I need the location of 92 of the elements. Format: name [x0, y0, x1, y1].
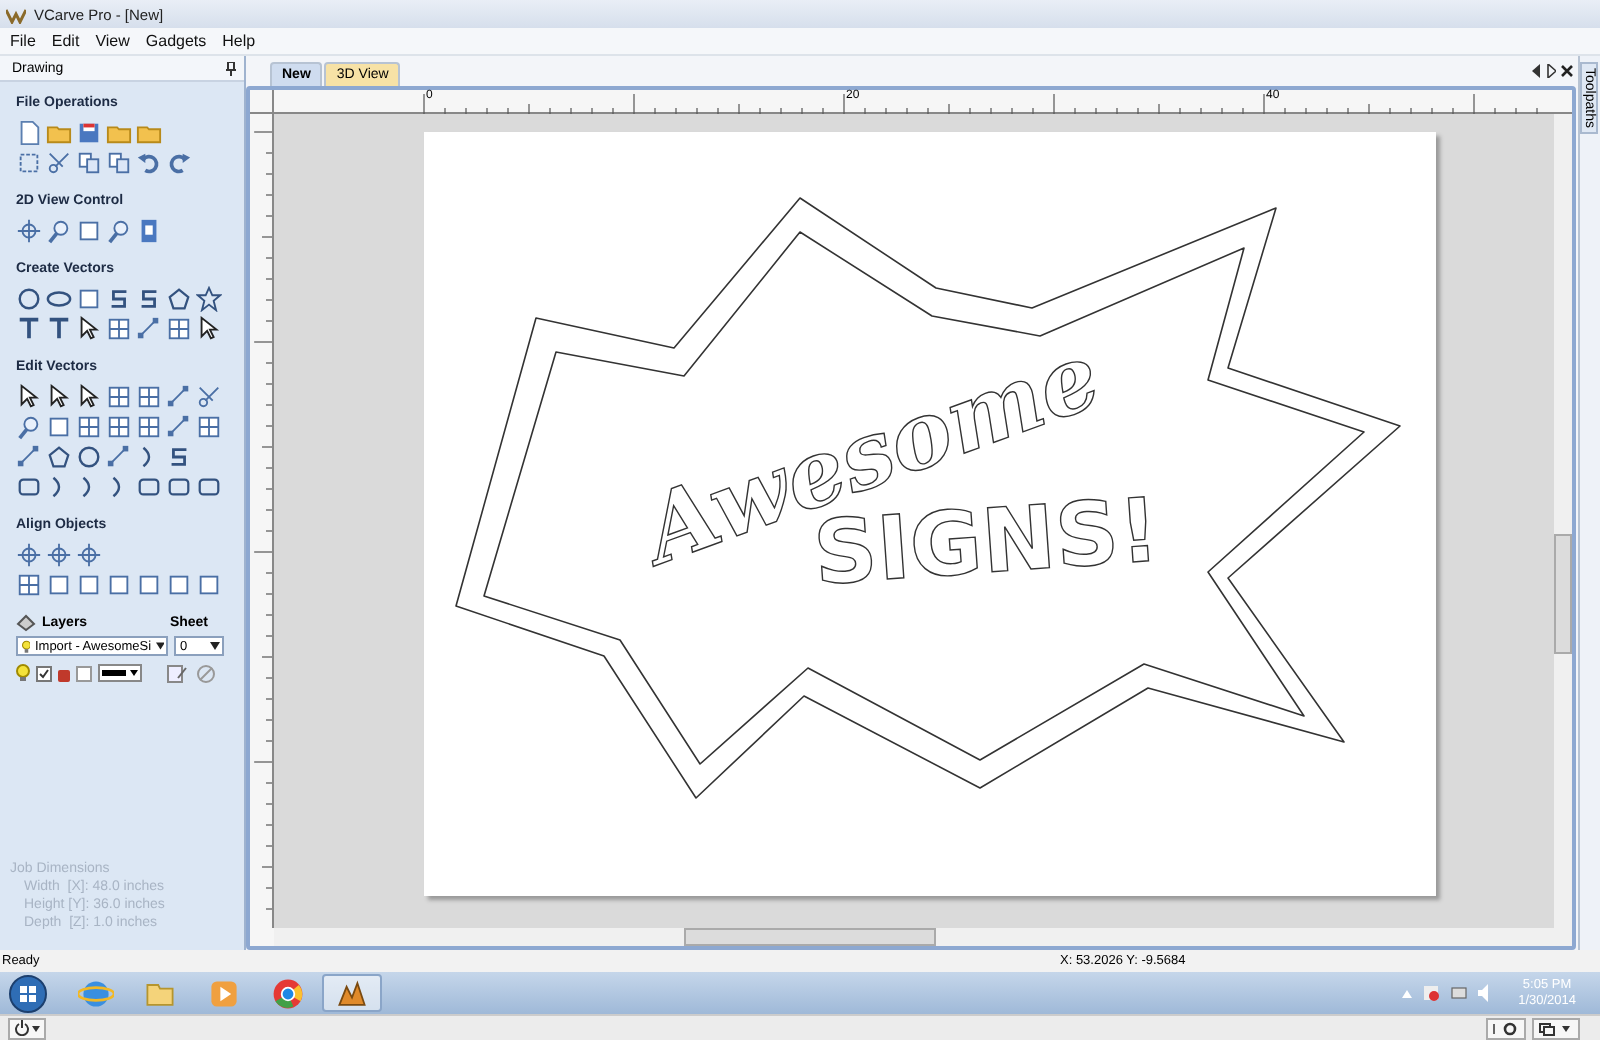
grid-icon[interactable]: [106, 316, 132, 342]
text-icon[interactable]: [16, 316, 42, 342]
node-icon[interactable]: [106, 444, 132, 470]
grid-icon[interactable]: [16, 572, 42, 598]
text-icon[interactable]: [46, 316, 72, 342]
star-icon[interactable]: [196, 286, 222, 312]
rounded-square-icon[interactable]: [136, 474, 162, 500]
rounded-square-icon[interactable]: [166, 474, 192, 500]
menu-item[interactable]: File: [10, 32, 36, 50]
power-button[interactable]: [8, 1017, 46, 1039]
layers-icon: [16, 612, 36, 632]
magnifier-icon[interactable]: [16, 414, 42, 440]
close-icon[interactable]: [1560, 64, 1574, 78]
grid-icon[interactable]: [136, 414, 162, 440]
magnifier-icon[interactable]: [46, 218, 72, 244]
curve-icon[interactable]: [136, 286, 162, 312]
menu-item[interactable]: View: [95, 32, 130, 50]
grid-icon[interactable]: [106, 414, 132, 440]
scissors-icon[interactable]: [46, 150, 72, 176]
scroll-right-icon[interactable]: [1546, 64, 1556, 78]
bulb-icon: [22, 639, 31, 653]
square-icon[interactable]: [136, 572, 162, 598]
window-mode-button[interactable]: [1532, 1017, 1580, 1039]
pointer-icon[interactable]: [76, 316, 102, 342]
square-icon[interactable]: [46, 572, 72, 598]
pointer-icon[interactable]: [16, 384, 42, 410]
checkbox-icon[interactable]: [36, 665, 52, 681]
copy-icon[interactable]: [106, 150, 132, 176]
square-icon[interactable]: [46, 414, 72, 440]
crosshair-icon[interactable]: [76, 542, 102, 568]
page-icon[interactable]: [16, 120, 42, 146]
menu-item[interactable]: Gadgets: [145, 32, 207, 50]
crosshair-icon[interactable]: [16, 542, 42, 568]
curve-icon[interactable]: [166, 444, 192, 470]
ellipse-icon[interactable]: [46, 286, 72, 312]
color-swatch-icon[interactable]: [76, 665, 92, 681]
node-icon[interactable]: [166, 384, 192, 410]
grid-icon[interactable]: [166, 316, 192, 342]
app-logo-icon: [6, 5, 26, 23]
caret-icon: [155, 642, 164, 650]
crosshair-icon[interactable]: [16, 218, 42, 244]
rounded-square-icon[interactable]: [16, 474, 42, 500]
pointer-icon[interactable]: [196, 316, 222, 342]
menu-item[interactable]: Edit: [51, 32, 80, 50]
polygon-icon[interactable]: [46, 444, 72, 470]
lock-icon[interactable]: [58, 664, 70, 682]
power-icon: [14, 1020, 30, 1036]
grid-icon[interactable]: [136, 384, 162, 410]
curve-icon[interactable]: [106, 286, 132, 312]
square-icon[interactable]: [166, 572, 192, 598]
magnifier-icon[interactable]: [106, 218, 132, 244]
grid-icon[interactable]: [196, 414, 222, 440]
horizontal-scrollbar[interactable]: [274, 928, 1554, 946]
square-icon[interactable]: [76, 286, 102, 312]
pin-icon[interactable]: [226, 61, 236, 75]
color-picker-icon[interactable]: [98, 664, 142, 682]
selection-frame-icon[interactable]: [16, 150, 42, 176]
circle-icon[interactable]: [16, 286, 42, 312]
square-icon[interactable]: [76, 218, 102, 244]
taskbar-button[interactable]: [322, 974, 382, 1012]
start-orb-icon[interactable]: [8, 973, 48, 1013]
node-icon[interactable]: [136, 316, 162, 342]
node-icon[interactable]: [166, 414, 192, 440]
menu-item[interactable]: Help: [222, 32, 256, 50]
circle-icon[interactable]: [76, 444, 102, 470]
pointer-icon[interactable]: [46, 384, 72, 410]
globe-icon: [78, 975, 114, 1011]
square-icon[interactable]: [76, 572, 102, 598]
flag-icon[interactable]: [1422, 984, 1441, 1002]
scissors-icon[interactable]: [196, 384, 222, 410]
vertical-scrollbar[interactable]: [1554, 114, 1572, 928]
copy-icon[interactable]: [76, 150, 102, 176]
scroll-left-icon[interactable]: [1532, 64, 1542, 78]
pointer-icon[interactable]: [76, 384, 102, 410]
redo-icon[interactable]: [166, 150, 192, 176]
node-icon[interactable]: [16, 444, 42, 470]
layer-edit-icon[interactable]: [166, 662, 188, 684]
caret-icon: [32, 1025, 40, 1031]
polygon-icon[interactable]: [166, 286, 192, 312]
square-icon[interactable]: [196, 572, 222, 598]
grid-icon[interactable]: [106, 384, 132, 410]
windows-icon: [1538, 1021, 1574, 1035]
caret-icon: [210, 642, 220, 650]
play-icon: [206, 975, 242, 1011]
undo-icon[interactable]: [136, 150, 162, 176]
network-icon[interactable]: [1450, 984, 1469, 1002]
document-icon[interactable]: [136, 218, 162, 244]
grid-icon[interactable]: [76, 414, 102, 440]
square-icon[interactable]: [106, 572, 132, 598]
crosshair-icon[interactable]: [46, 542, 72, 568]
rounded-square-icon[interactable]: [196, 474, 222, 500]
bulb-icon[interactable]: [16, 664, 30, 682]
